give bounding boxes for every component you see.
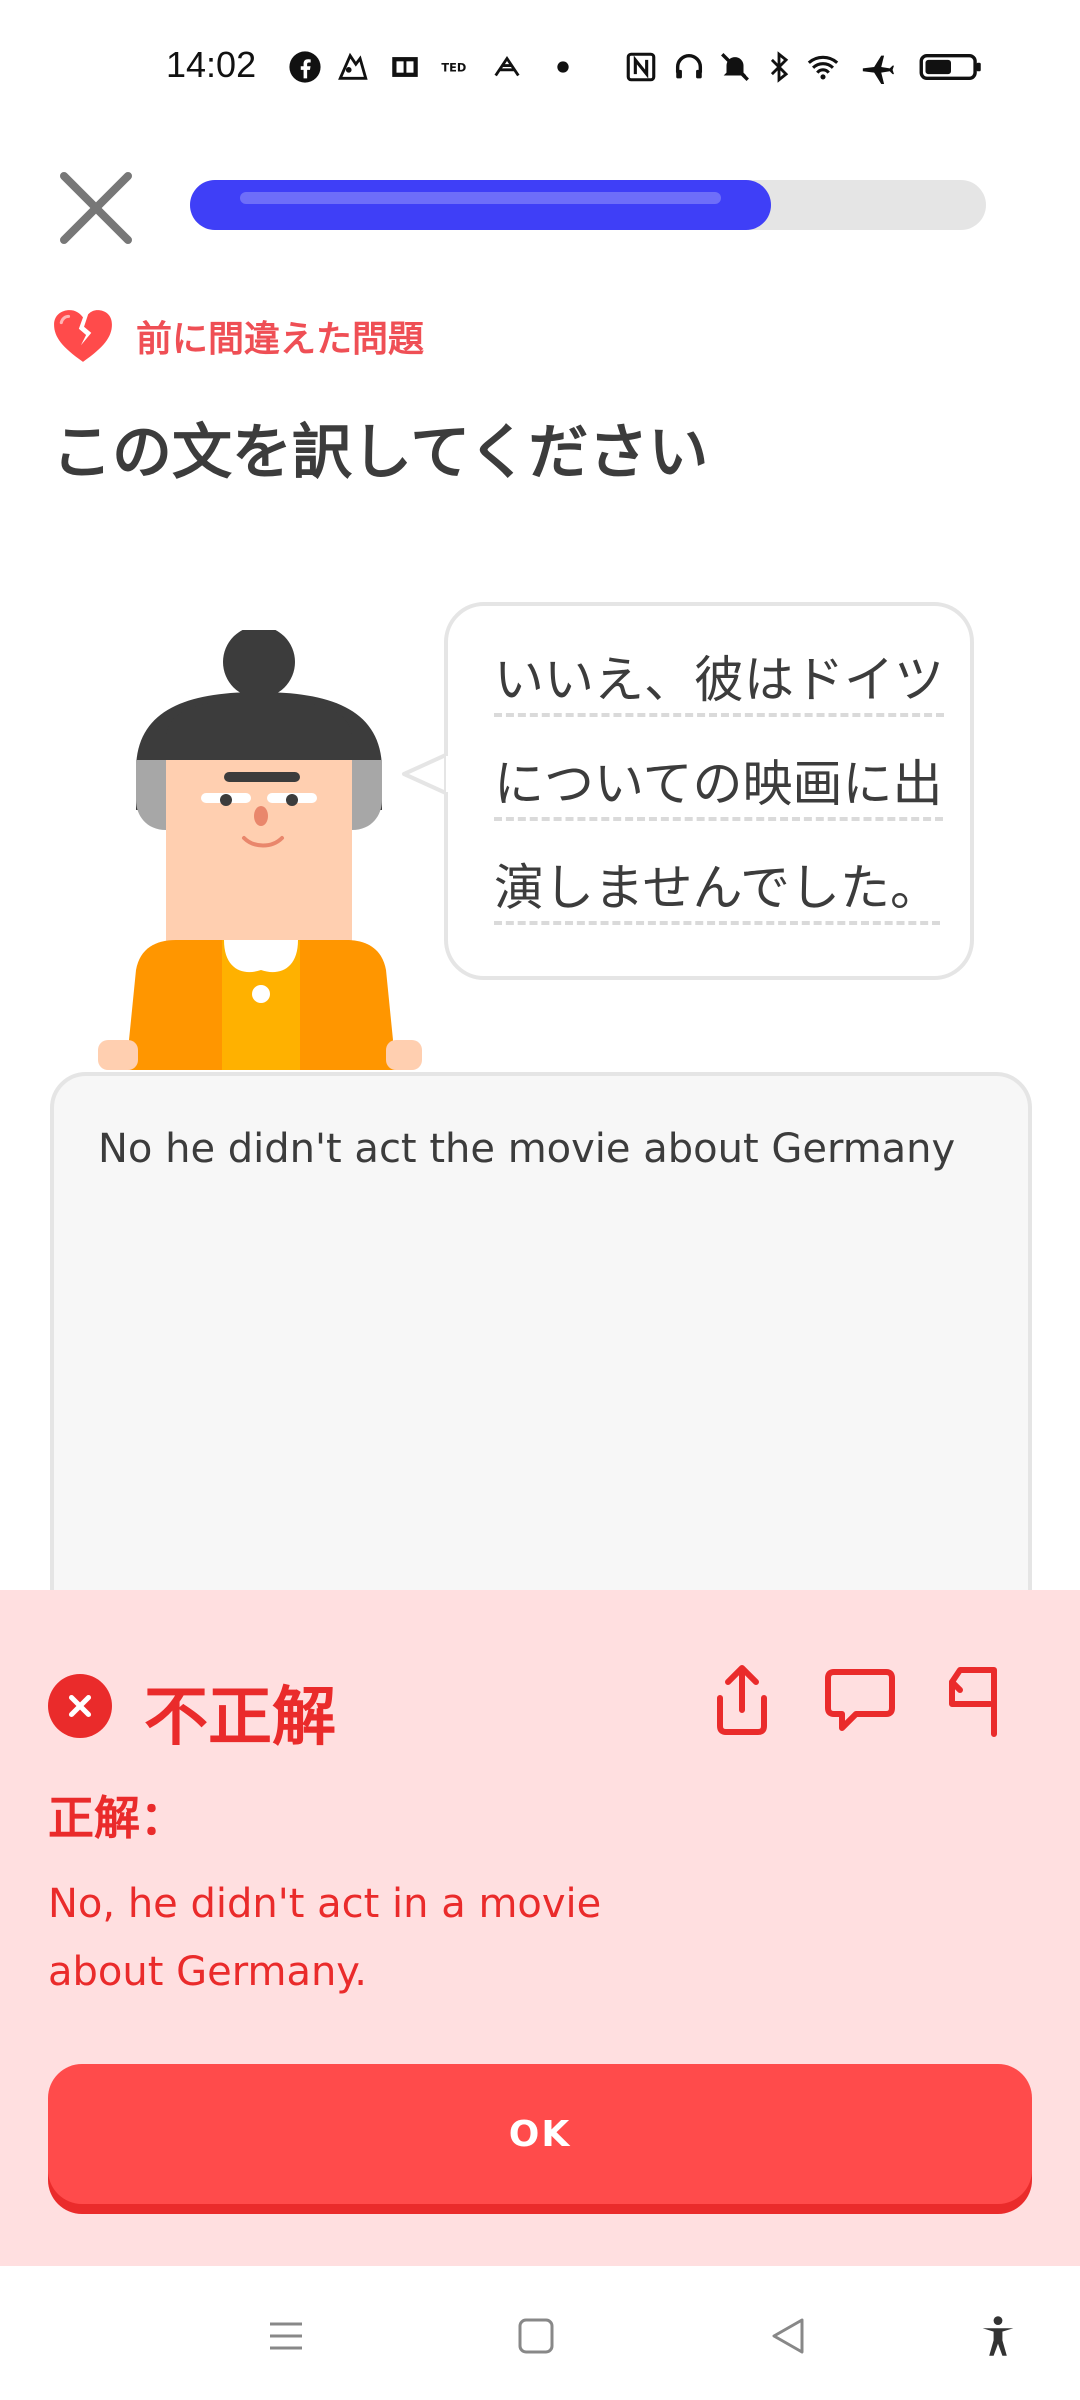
prompt-line[interactable]: 演しませんでした。 (494, 836, 940, 940)
home-button[interactable] (506, 2306, 566, 2366)
page-title: この文を訳してください (52, 418, 709, 488)
share-button[interactable] (702, 1660, 782, 1740)
feedback-panel: 不正解 正解： No, he didn't act in a movie abo… (0, 1590, 1080, 2266)
back-triangle-icon (772, 2318, 804, 2354)
ok-button[interactable]: OK (48, 2064, 1032, 2204)
close-icon (60, 172, 132, 244)
airplane-icon (860, 50, 894, 84)
comment-icon (825, 1669, 895, 1731)
mute-icon (718, 50, 752, 84)
bubble-tail-joint (446, 756, 454, 792)
answer-text: No he didn't act the movie about Germany (98, 1126, 956, 1172)
discuss-button[interactable] (820, 1660, 900, 1740)
lesson-progress-bar (190, 180, 986, 230)
book-icon (388, 50, 422, 84)
back-button[interactable] (758, 2306, 818, 2366)
broken-heart-icon (54, 310, 112, 362)
feedback-status: 不正解 (144, 1681, 336, 1755)
battery-icon (918, 50, 984, 84)
accessibility-icon (982, 2316, 1014, 2356)
menu-icon (270, 2322, 302, 2350)
correct-solution: No, he didn't act in a movie about Germa… (48, 1881, 602, 1995)
incorrect-icon (48, 1674, 112, 1738)
prompt-line[interactable]: についての映画に出 (494, 732, 943, 836)
app-icon (336, 50, 370, 84)
recent-apps-button[interactable] (256, 2306, 316, 2366)
bluetooth-icon (762, 50, 796, 84)
progress-shine (240, 192, 722, 204)
system-nav-bar (0, 2266, 1080, 2400)
progress-fill (190, 180, 772, 230)
previous-mistake-label: 前に間違えた問題 (136, 319, 425, 360)
app-icon-2 (490, 50, 524, 84)
solution-label: 正解： (48, 1791, 186, 1845)
nfc-icon (624, 50, 658, 84)
share-icon (717, 1665, 767, 1735)
character-illustration (96, 626, 436, 1070)
square-icon (518, 2318, 554, 2354)
headphones-icon (672, 50, 706, 84)
status-bar: 14:02 TED (0, 0, 1080, 140)
speech-bubble: いいえ、彼はドイツ についての映画に出 演しませんでした。 (444, 602, 974, 980)
prompt-line[interactable]: いいえ、彼はドイツ (494, 628, 944, 732)
dot-icon (546, 50, 580, 84)
svg-text:TED: TED (441, 60, 466, 74)
flag-icon (949, 1667, 997, 1737)
facebook-icon (288, 50, 322, 84)
accessibility-button[interactable] (968, 2306, 1028, 2366)
status-time: 14:02 (166, 44, 257, 85)
wifi-icon (806, 50, 840, 84)
ted-icon: TED (440, 50, 474, 84)
report-button[interactable] (938, 1660, 1018, 1740)
close-button[interactable] (54, 166, 138, 250)
answer-textarea[interactable]: No he didn't act the movie about Germany (50, 1072, 1032, 1672)
previous-mistake-row: 前に間違えた問題 (52, 306, 424, 366)
